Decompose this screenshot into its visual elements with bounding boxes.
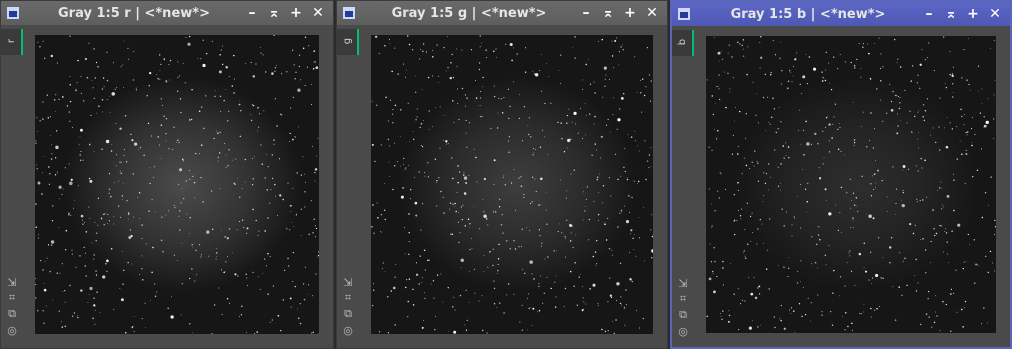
clone-icon[interactable]: ⧉ [4, 307, 20, 321]
title-bar-r[interactable]: Gray 1:5 r | <*new*> – ⌅ + ✕ [1, 1, 333, 25]
shade-button[interactable]: ⌅ [599, 4, 617, 22]
left-toolbar: b ⇲ ⌗ ⧉ ◎ [672, 26, 694, 347]
shade-button[interactable]: ⌅ [265, 4, 283, 22]
window-title: Gray 1:5 r | <*new*> [58, 5, 210, 21]
zoom-to-fit-icon[interactable]: ⇲ [675, 276, 691, 290]
crosshair-icon[interactable]: ⌗ [4, 291, 20, 305]
channel-tab-g[interactable]: g [337, 29, 359, 55]
minimize-button[interactable]: – [577, 4, 595, 22]
reset-icon[interactable]: ◎ [675, 324, 691, 338]
window-title: Gray 1:5 g | <*new*> [391, 5, 547, 21]
image-viewport[interactable] [371, 35, 653, 334]
image-viewport[interactable] [35, 35, 319, 334]
window-icon[interactable] [343, 7, 355, 19]
title-bar-g[interactable]: Gray 1:5 g | <*new*> – ⌅ + ✕ [337, 1, 667, 25]
close-button[interactable]: ✕ [643, 4, 661, 22]
channel-tab-label: g [341, 37, 353, 45]
channel-tab-b[interactable]: b [672, 30, 694, 56]
minimize-button[interactable]: – [243, 4, 261, 22]
reset-icon[interactable]: ◎ [340, 323, 356, 337]
reset-icon[interactable]: ◎ [4, 323, 20, 337]
left-toolbar: g ⇲ ⌗ ⧉ ◎ [337, 25, 359, 348]
crosshair-icon[interactable]: ⌗ [675, 292, 691, 306]
window-icon[interactable] [7, 7, 19, 19]
maximize-button[interactable]: + [621, 4, 639, 22]
crosshair-icon[interactable]: ⌗ [340, 291, 356, 305]
close-button[interactable]: ✕ [986, 5, 1004, 23]
image-window-b[interactable]: Gray 1:5 b | <*new*> – ⌅ + ✕ b ⇲ ⌗ ⧉ ◎ [670, 0, 1012, 349]
maximize-button[interactable]: + [964, 5, 982, 23]
window-icon[interactable] [678, 8, 690, 20]
starfield-image-g [371, 35, 653, 334]
shade-button[interactable]: ⌅ [942, 5, 960, 23]
channel-tab-label: r [5, 38, 17, 44]
zoom-to-fit-icon[interactable]: ⇲ [4, 275, 20, 289]
zoom-to-fit-icon[interactable]: ⇲ [340, 275, 356, 289]
image-window-r[interactable]: Gray 1:5 r | <*new*> – ⌅ + ✕ r ⇲ ⌗ ⧉ ◎ [0, 0, 334, 349]
maximize-button[interactable]: + [287, 4, 305, 22]
image-window-g[interactable]: Gray 1:5 g | <*new*> – ⌅ + ✕ g ⇲ ⌗ ⧉ ◎ [336, 0, 668, 349]
starfield-image-b [706, 36, 996, 333]
clone-icon[interactable]: ⧉ [340, 307, 356, 321]
channel-tab-label: b [676, 38, 688, 46]
window-title: Gray 1:5 b | <*new*> [730, 6, 886, 22]
title-bar-b[interactable]: Gray 1:5 b | <*new*> – ⌅ + ✕ [672, 2, 1010, 26]
channel-tab-r[interactable]: r [1, 29, 23, 55]
close-button[interactable]: ✕ [309, 4, 327, 22]
left-toolbar: r ⇲ ⌗ ⧉ ◎ [1, 25, 23, 348]
image-viewport[interactable] [706, 36, 996, 333]
clone-icon[interactable]: ⧉ [675, 308, 691, 322]
minimize-button[interactable]: – [920, 5, 938, 23]
starfield-image-r [35, 35, 319, 334]
